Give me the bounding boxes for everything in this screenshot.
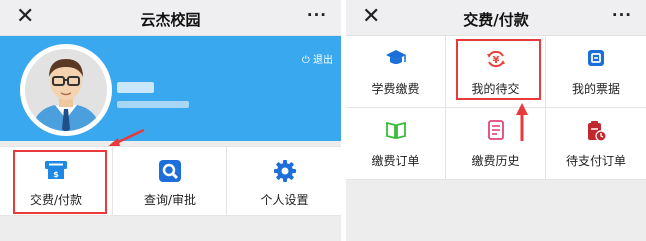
tile-query-approve[interactable]: 查询/审批 [114, 147, 227, 217]
tile-pay-orders[interactable]: 缴费订单 [346, 108, 446, 180]
tile-tuition-label: 学费缴费 [371, 82, 420, 96]
tile-query-label: 查询/审批 [143, 193, 197, 207]
list-history-icon [487, 120, 505, 144]
tile-my-receipts-label: 我的票据 [571, 82, 620, 96]
right-title-bar: ✕ 交费/付款 ··· [346, 0, 646, 36]
tile-unpaid-orders-label: 待支付订单 [565, 154, 626, 168]
avatar[interactable] [20, 44, 112, 136]
tile-unpaid-orders[interactable]: 待支付订单 [546, 108, 646, 180]
tile-tuition[interactable]: 学费缴费 [346, 36, 446, 108]
logout-label: 退出 [313, 55, 333, 66]
receipt-icon [586, 48, 606, 72]
more-menu-icon[interactable]: ··· [612, 6, 632, 24]
tile-pay-history[interactable]: 缴费历史 [446, 108, 546, 180]
highlight-box-pay [13, 150, 107, 214]
left-title-bar: ✕ 云杰校园 ··· [0, 0, 341, 36]
page-title: 云杰校园 [140, 11, 201, 29]
tile-pay-orders-label: 缴费订单 [371, 154, 420, 168]
graduation-cap-icon [385, 48, 407, 72]
book-icon [385, 120, 407, 144]
tile-pay-history-label: 缴费历史 [471, 154, 520, 168]
page-title: 交费/付款 [463, 11, 529, 29]
power-icon: ⏻ [301, 55, 310, 66]
more-menu-icon[interactable]: ··· [307, 6, 327, 24]
highlight-box-pending [456, 39, 541, 100]
gear-icon [273, 159, 297, 187]
profile-banner: ⏻ 退出 [0, 36, 341, 141]
pay-screen: ✕ 交费/付款 ··· 学费缴费 ¥ 我的待交 我的票据 缴费订单 缴费历史 待… [346, 0, 646, 241]
tile-settings-label: 个人设置 [260, 193, 309, 207]
tile-my-receipts[interactable]: 我的票据 [546, 36, 646, 108]
clipboard-clock-icon [585, 120, 607, 146]
search-icon [158, 159, 182, 187]
user-id-blurred [117, 101, 189, 108]
home-screen: ✕ 云杰校园 ··· ⏻ 退出 $ 交费/付款 查询/审批 个人设置 [0, 0, 341, 241]
annotation-arrow-up [516, 103, 528, 141]
tile-settings[interactable]: 个人设置 [228, 147, 341, 217]
user-name-blurred [117, 82, 154, 93]
logout-button[interactable]: ⏻ 退出 [302, 51, 333, 66]
avatar-illustration [25, 49, 107, 131]
